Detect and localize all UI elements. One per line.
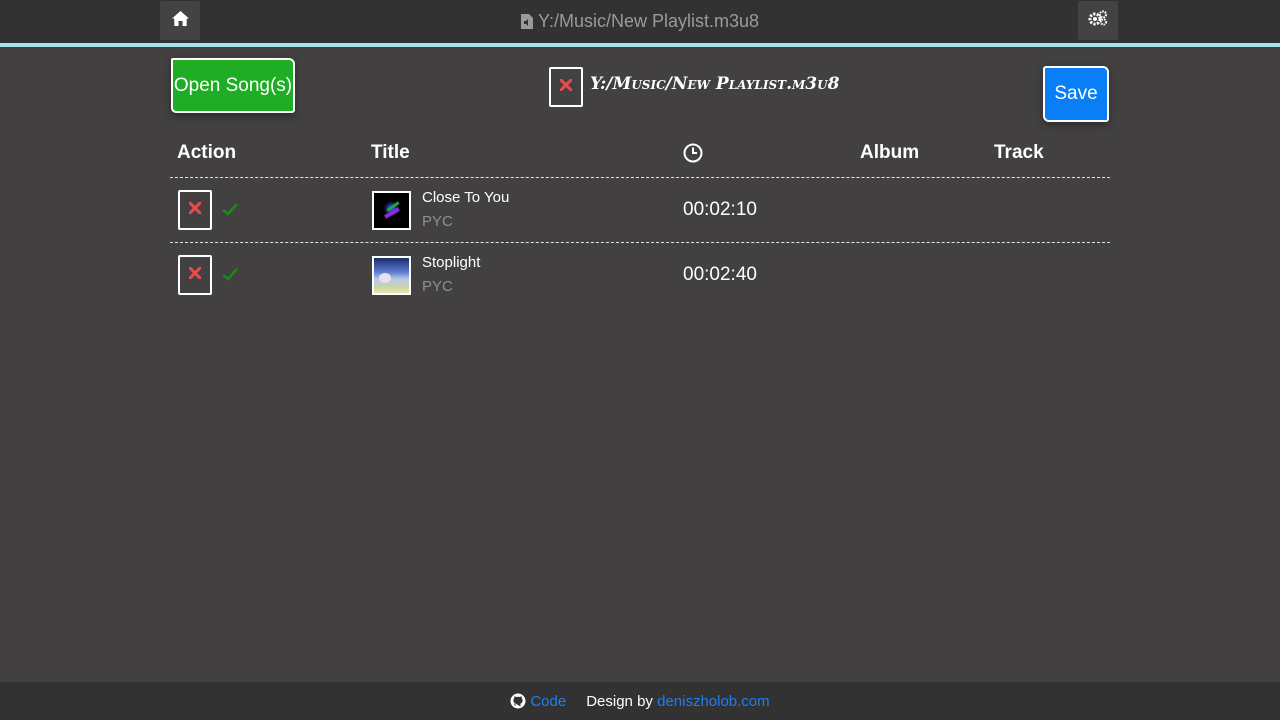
song-title: Close To You <box>422 189 510 206</box>
audio-file-icon <box>520 14 533 29</box>
remove-song-button[interactable] <box>178 255 212 295</box>
open-songs-button[interactable]: Open Song(s) <box>171 58 295 113</box>
design-credit-label: Design by <box>586 692 653 710</box>
song-artist: PYC <box>422 278 453 295</box>
album-art-thumbnail <box>372 191 411 230</box>
settings-button[interactable] <box>1078 1 1118 40</box>
close-icon <box>559 78 573 96</box>
song-duration: 00:02:10 <box>683 199 757 220</box>
cogs-icon <box>1088 10 1108 31</box>
column-header-duration <box>683 143 703 169</box>
top-bar-accent-line <box>0 43 1280 47</box>
save-button[interactable]: Save <box>1043 66 1109 122</box>
song-duration: 00:02:40 <box>683 264 757 285</box>
close-icon <box>188 201 202 219</box>
album-art-thumbnail <box>372 256 411 295</box>
clock-icon <box>683 143 703 168</box>
github-icon <box>510 693 526 709</box>
song-title: Stoplight <box>422 254 481 271</box>
close-icon <box>188 266 202 284</box>
column-header-title: Title <box>371 142 410 163</box>
row-divider <box>170 242 1110 243</box>
window-title-text: Y:/Music/New Playlist.m3u8 <box>537 11 760 31</box>
check-icon <box>222 202 238 221</box>
close-playlist-button[interactable] <box>549 67 583 107</box>
song-artist: PYC <box>422 213 453 230</box>
playlist-path: Y:/Music/New Playlist.m3u8 <box>590 74 840 94</box>
header-divider <box>170 177 1110 178</box>
column-header-track: Track <box>994 142 1044 163</box>
column-header-action: Action <box>177 142 237 163</box>
check-icon <box>222 267 238 286</box>
code-link[interactable]: Code <box>530 693 566 710</box>
footer: Code Design by deniszholob.com <box>0 682 1280 720</box>
column-header-album: Album <box>860 142 920 163</box>
designer-link[interactable]: deniszholob.com <box>657 693 770 710</box>
remove-song-button[interactable] <box>178 190 212 230</box>
